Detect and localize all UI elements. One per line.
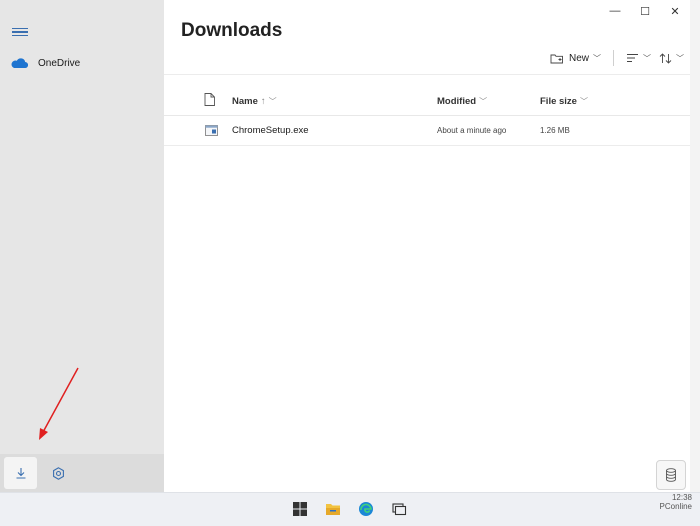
list-view-icon (627, 54, 638, 62)
window-controls: — ☐ ✕ (600, 2, 690, 20)
chevron-down-icon: ﹀ (268, 97, 277, 106)
edge-icon[interactable] (358, 501, 374, 517)
task-view-icon[interactable] (391, 501, 407, 517)
minimize-button[interactable]: — (600, 2, 630, 20)
file-size: 1.26 MB (540, 126, 570, 135)
file-icon (204, 93, 215, 106)
file-explorer-icon[interactable] (325, 501, 341, 517)
sidebar-item-onedrive[interactable]: OneDrive (10, 54, 80, 72)
header-divider (164, 74, 700, 75)
database-icon (666, 468, 676, 482)
page-title: Downloads (181, 20, 283, 41)
clock-time: 12:38 (671, 493, 692, 502)
taskbar: 12:38 PConline (0, 492, 700, 526)
chevron-down-icon: ﹀ (593, 53, 601, 63)
sort-icon (659, 52, 672, 64)
new-folder-icon (550, 54, 563, 63)
downloads-button[interactable] (4, 457, 37, 489)
chevron-down-icon: ﹀ (676, 53, 684, 63)
exe-file-icon (205, 125, 218, 136)
toolbar: New ﹀ ﹀ ﹀ (546, 50, 688, 66)
sort-ascending-icon: ↑ (260, 96, 266, 107)
sort-button[interactable]: ﹀ (655, 52, 688, 64)
gear-icon (52, 466, 64, 480)
new-label: New (568, 52, 589, 64)
scrollbar-track[interactable] (690, 0, 700, 492)
download-icon (16, 468, 25, 479)
new-button[interactable]: New ﹀ (546, 53, 605, 64)
file-list-header: Name ↑ ﹀ Modified ﹀ File size ﹀ (164, 88, 690, 116)
chevron-down-icon: ﹀ (579, 97, 588, 106)
column-header-name[interactable]: Name ↑ ﹀ (232, 96, 277, 107)
maximize-button[interactable]: ☐ (630, 2, 660, 20)
taskbar-clock[interactable]: 12:38 PConline (660, 493, 692, 511)
settings-button[interactable] (44, 457, 72, 489)
close-button[interactable]: ✕ (660, 2, 690, 20)
windows-start-icon[interactable] (292, 501, 308, 517)
file-modified: About a minute ago (437, 126, 507, 135)
clock-date: PConline (659, 502, 692, 511)
onedrive-cloud-icon (11, 58, 28, 69)
toolbar-divider (613, 50, 614, 66)
chevron-down-icon: ﹀ (643, 53, 651, 63)
file-name: ChromeSetup.exe (232, 125, 309, 136)
column-header-size[interactable]: File size ﹀ (540, 96, 588, 107)
sidebar-bottom-bar (0, 454, 164, 492)
sidebar: OneDrive (0, 0, 164, 492)
storage-button[interactable] (656, 460, 686, 490)
sidebar-item-label: OneDrive (38, 57, 81, 69)
view-options-button[interactable]: ﹀ (622, 53, 655, 64)
column-header-modified[interactable]: Modified ﹀ (437, 96, 487, 107)
chevron-down-icon: ﹀ (479, 97, 488, 106)
table-row[interactable]: ChromeSetup.exe About a minute ago 1.26 … (164, 116, 690, 146)
hamburger-menu-icon[interactable] (12, 26, 28, 40)
